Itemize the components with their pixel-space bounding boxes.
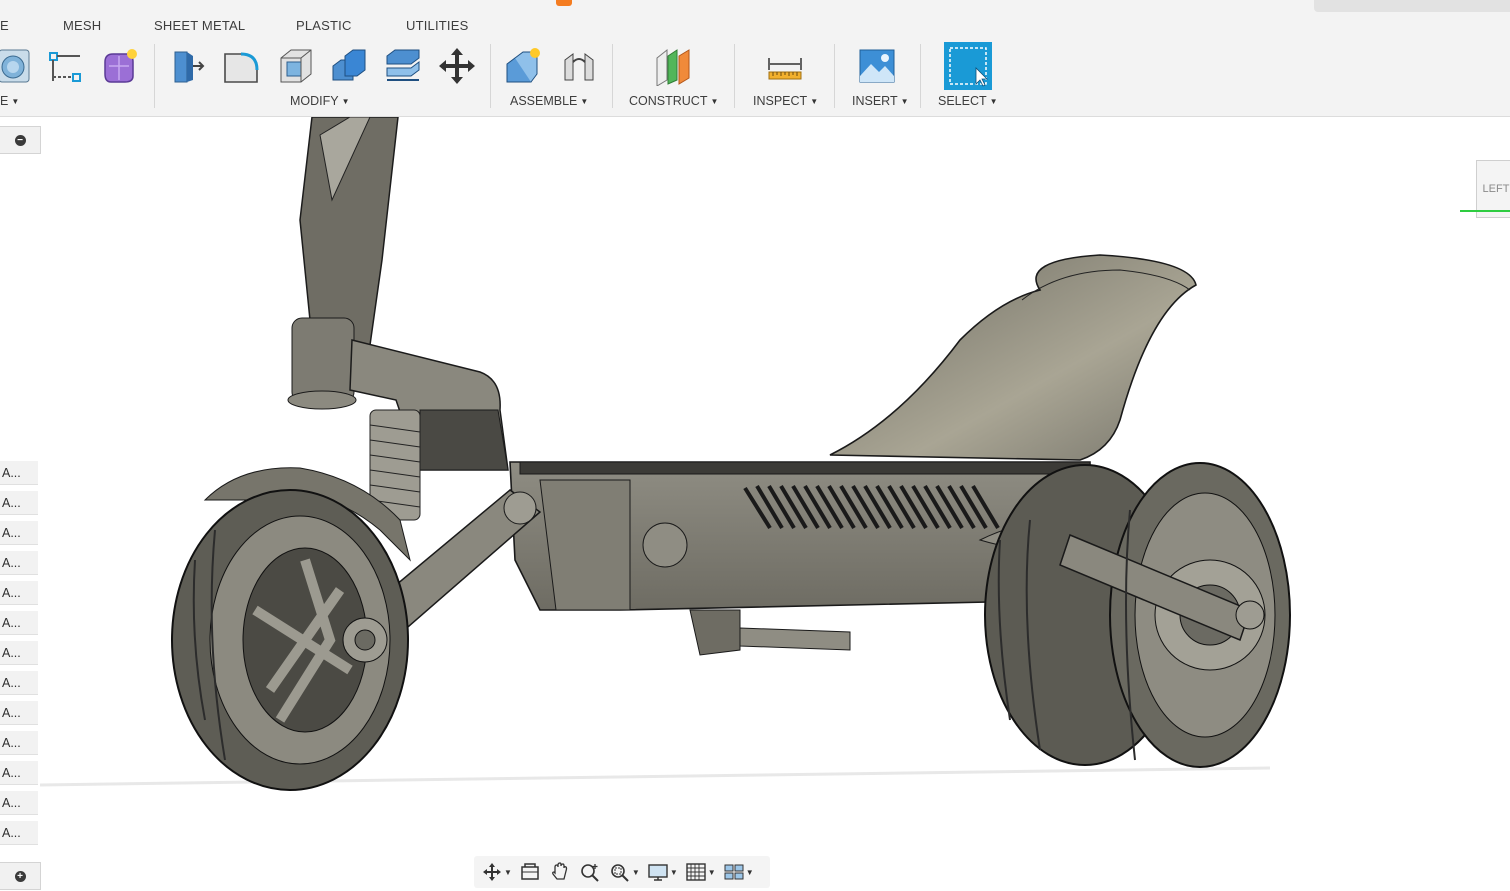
- tab-sheet-metal[interactable]: SHEET METAL: [154, 18, 245, 33]
- browser-item[interactable]: A...: [0, 671, 38, 695]
- move-icon[interactable]: [436, 44, 478, 88]
- browser-item[interactable]: A...: [0, 491, 38, 515]
- browser-item[interactable]: A...: [0, 461, 38, 485]
- divider: [920, 44, 921, 108]
- chevron-down-icon[interactable]: ▼: [670, 868, 678, 877]
- browser-item[interactable]: A...: [0, 791, 38, 815]
- zoom-icon[interactable]: [576, 858, 604, 886]
- window-select-icon[interactable]: [944, 42, 992, 90]
- model-viewport[interactable]: [39, 116, 1510, 855]
- chevron-down-icon: ▼: [989, 96, 998, 106]
- browser-item[interactable]: A...: [0, 521, 38, 545]
- tab-create[interactable]: E: [0, 18, 9, 33]
- offset-plane-icon[interactable]: [652, 44, 694, 88]
- toolbar: E MESH SHEET METAL PLASTIC UTILITIES E ▼ …: [0, 0, 1510, 117]
- measure-icon[interactable]: [764, 44, 806, 88]
- grid-icon[interactable]: [682, 858, 710, 886]
- group-select[interactable]: SELECT ▼: [938, 94, 998, 108]
- group-create[interactable]: E ▼: [0, 94, 19, 108]
- browser-item[interactable]: A...: [0, 581, 38, 605]
- fillet-icon[interactable]: [220, 44, 262, 88]
- chevron-down-icon[interactable]: ▼: [708, 868, 716, 877]
- browser-collapse-button[interactable]: −: [0, 126, 41, 154]
- revolve-icon[interactable]: [0, 44, 36, 88]
- comments-expand-button[interactable]: +: [0, 862, 41, 890]
- sketch-dimension-icon[interactable]: [44, 44, 86, 88]
- y-axis-indicator: [1460, 210, 1510, 212]
- divider: [490, 44, 491, 108]
- shell-icon[interactable]: [274, 44, 316, 88]
- group-assemble[interactable]: ASSEMBLE ▼: [510, 94, 588, 108]
- chevron-down-icon[interactable]: ▼: [746, 868, 754, 877]
- tab-mesh[interactable]: MESH: [63, 18, 101, 33]
- look-at-icon[interactable]: [516, 858, 544, 886]
- joint-icon[interactable]: [558, 44, 600, 88]
- divider: [834, 44, 835, 108]
- ground-shadow: [39, 766, 1271, 787]
- chevron-down-icon: ▼: [11, 96, 20, 106]
- chevron-down-icon[interactable]: ▼: [632, 868, 640, 877]
- tab-plastic[interactable]: PLASTIC: [296, 18, 352, 33]
- chevron-down-icon: ▼: [810, 96, 819, 106]
- group-select-label: SELECT: [938, 94, 987, 108]
- new-component-icon[interactable]: [502, 44, 544, 88]
- divider: [154, 44, 155, 108]
- scooter-model: [39, 116, 1291, 791]
- chevron-down-icon: ▼: [580, 96, 589, 106]
- group-construct-label: CONSTRUCT: [629, 94, 708, 108]
- browser-item[interactable]: A...: [0, 761, 38, 785]
- chevron-down-icon[interactable]: ▼: [504, 868, 512, 877]
- browser-item[interactable]: A...: [0, 731, 38, 755]
- insert-image-icon[interactable]: [856, 44, 898, 88]
- viewcube-face-label: LEFT: [1482, 183, 1510, 195]
- display-settings-icon[interactable]: [644, 858, 672, 886]
- group-inspect[interactable]: INSPECT ▼: [753, 94, 818, 108]
- tab-utilities[interactable]: UTILITIES: [406, 18, 468, 33]
- group-inspect-label: INSPECT: [753, 94, 808, 108]
- window-controls[interactable]: [1314, 0, 1510, 12]
- browser-item[interactable]: A...: [0, 551, 38, 575]
- divider: [612, 44, 613, 108]
- fit-icon[interactable]: [606, 858, 634, 886]
- orbit-icon[interactable]: [478, 858, 506, 886]
- chevron-down-icon: ▼: [900, 96, 909, 106]
- chevron-down-icon: ▼: [710, 96, 719, 106]
- create-form-icon[interactable]: [98, 44, 140, 88]
- minus-icon: −: [14, 134, 26, 146]
- browser-item[interactable]: A...: [0, 641, 38, 665]
- browser-item[interactable]: A...: [0, 821, 38, 845]
- browser-item[interactable]: A...: [0, 701, 38, 725]
- browser-item[interactable]: A...: [0, 611, 38, 635]
- group-modify[interactable]: MODIFY ▼: [290, 94, 350, 108]
- group-modify-label: MODIFY: [290, 94, 339, 108]
- divider: [734, 44, 735, 108]
- plus-icon: +: [14, 870, 26, 882]
- pan-icon[interactable]: [546, 858, 574, 886]
- group-construct[interactable]: CONSTRUCT ▼: [629, 94, 718, 108]
- group-create-label: E: [0, 94, 9, 108]
- group-assemble-label: ASSEMBLE: [510, 94, 578, 108]
- group-insert-label: INSERT: [852, 94, 898, 108]
- chevron-down-icon: ▼: [341, 96, 350, 106]
- viewports-icon[interactable]: [720, 858, 748, 886]
- navigation-bar: ▼ ▼ ▼ ▼ ▼: [474, 856, 770, 888]
- group-insert[interactable]: INSERT ▼: [852, 94, 909, 108]
- rear-wheels: [984, 462, 1291, 768]
- offset-face-icon[interactable]: [382, 44, 424, 88]
- app-logo-icon: [556, 0, 572, 6]
- combine-icon[interactable]: [328, 44, 370, 88]
- front-wheel: [171, 467, 411, 791]
- press-pull-icon[interactable]: [166, 44, 208, 88]
